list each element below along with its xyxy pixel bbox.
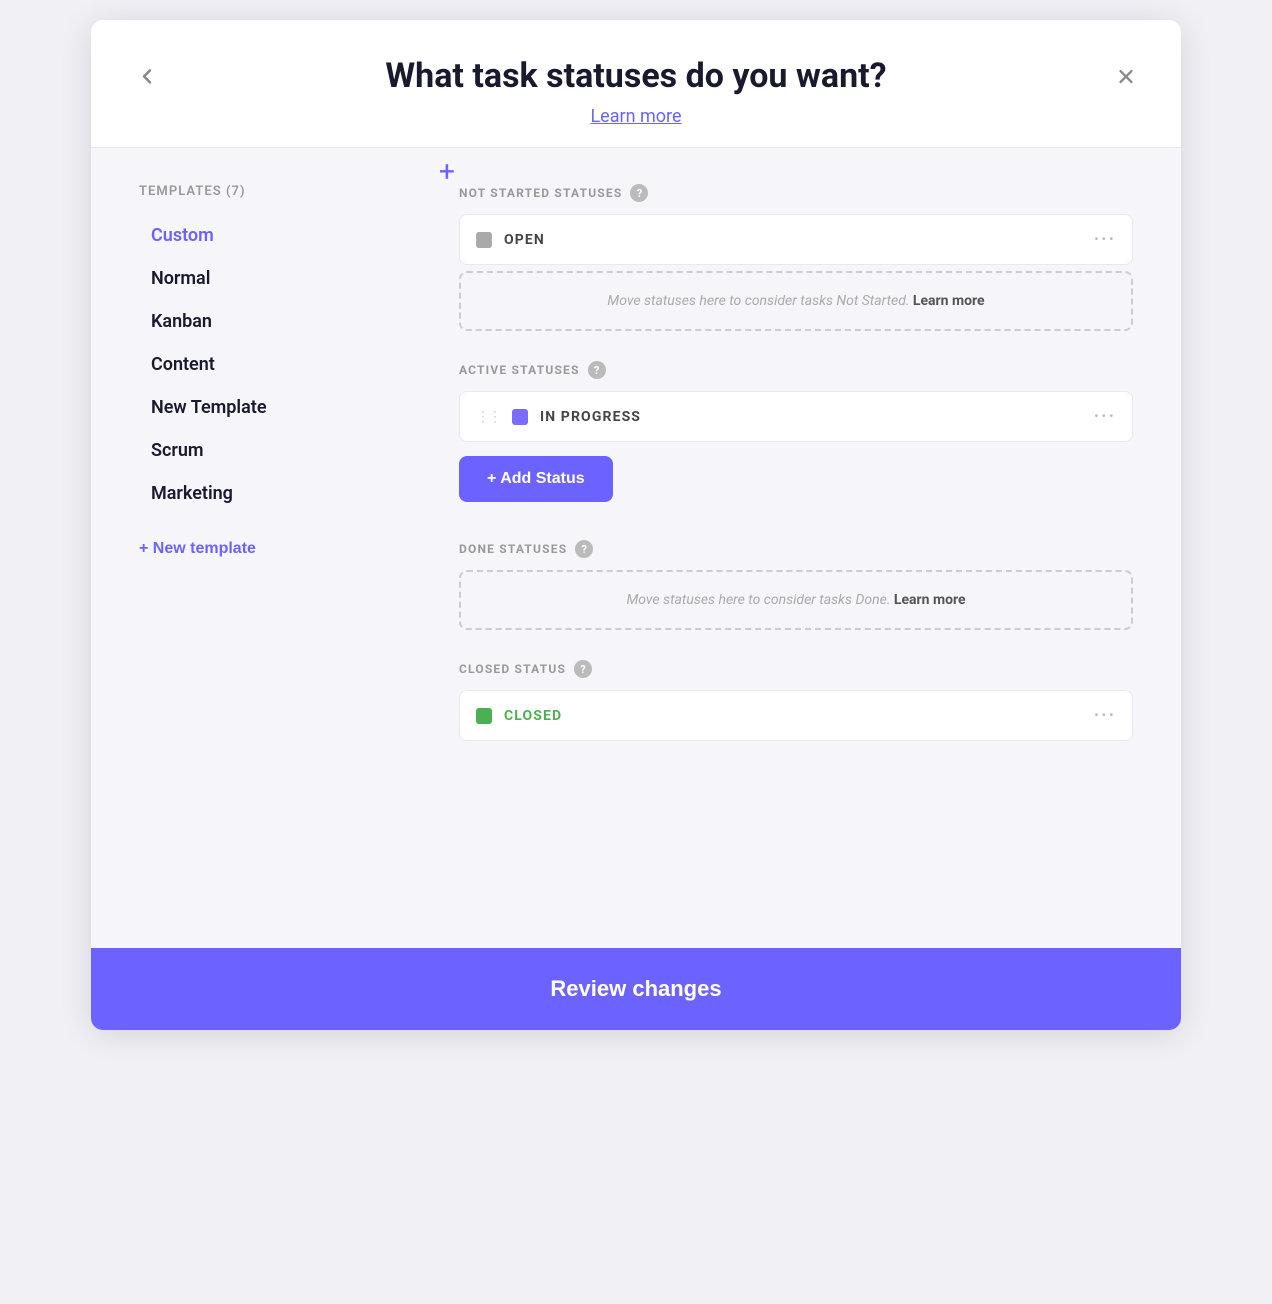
sidebar-item-kanban[interactable]: Kanban: [139, 301, 419, 342]
not-started-header: NOT STARTED STATUSES ?: [459, 184, 1133, 202]
in-progress-status-row: ⋮⋮ IN PROGRESS ···: [459, 391, 1133, 442]
close-button[interactable]: [1107, 57, 1145, 101]
sidebar: TEMPLATES (7) Custom Normal Kanban Conte…: [139, 184, 419, 912]
new-template-button[interactable]: + New template: [139, 540, 256, 558]
not-started-section: NOT STARTED STATUSES ? OPEN ··· Move sta…: [459, 184, 1133, 331]
in-progress-drag-handle[interactable]: ⋮⋮: [476, 409, 500, 425]
active-help-icon[interactable]: ?: [588, 361, 606, 379]
header-learn-more-link[interactable]: Learn more: [590, 106, 681, 127]
sidebar-item-content[interactable]: Content: [139, 344, 419, 385]
sidebar-item-marketing[interactable]: Marketing: [139, 473, 419, 514]
in-progress-status-dot: [512, 409, 528, 425]
not-started-drop-zone: Move statuses here to consider tasks Not…: [459, 271, 1133, 331]
not-started-title: NOT STARTED STATUSES: [459, 186, 622, 200]
not-started-help-icon[interactable]: ?: [630, 184, 648, 202]
active-title: ACTIVE STATUSES: [459, 363, 580, 377]
template-list: Custom Normal Kanban Content New Templat…: [139, 215, 419, 514]
review-changes-button[interactable]: Review changes: [139, 976, 1133, 1002]
in-progress-status-name: IN PROGRESS: [540, 409, 641, 425]
closed-status-dot: [476, 708, 492, 724]
open-status-left: OPEN: [476, 232, 545, 248]
sidebar-item-normal[interactable]: Normal: [139, 258, 419, 299]
not-started-drop-text: Move statuses here to consider tasks Not…: [607, 293, 909, 309]
modal-body: TEMPLATES (7) Custom Normal Kanban Conte…: [91, 148, 1181, 948]
templates-header: TEMPLATES (7): [139, 184, 419, 199]
modal-title: What task statuses do you want?: [139, 56, 1133, 96]
sidebar-item-new-template[interactable]: New Template: [139, 387, 419, 428]
in-progress-status-options[interactable]: ···: [1094, 406, 1116, 427]
main-panel: + NOT STARTED STATUSES ? OPEN ··· Move s…: [459, 184, 1133, 912]
add-status-button[interactable]: + Add Status: [459, 456, 613, 502]
open-status-options[interactable]: ···: [1094, 229, 1116, 250]
closed-status-row: CLOSED ···: [459, 690, 1133, 741]
closed-status-options[interactable]: ···: [1094, 705, 1116, 726]
done-header: DONE STATUSES ?: [459, 540, 1133, 558]
open-status-dot: [476, 232, 492, 248]
done-title: DONE STATUSES: [459, 542, 567, 556]
review-bar: Review changes: [91, 948, 1181, 1030]
modal-header: What task statuses do you want? Learn mo…: [91, 20, 1181, 148]
add-template-area: +: [439, 156, 455, 186]
done-drop-text: Move statuses here to consider tasks Don…: [626, 592, 890, 608]
add-template-icon[interactable]: +: [439, 156, 455, 186]
closed-status-name: CLOSED: [504, 708, 562, 724]
done-drop-zone: Move statuses here to consider tasks Don…: [459, 570, 1133, 630]
not-started-learn-more[interactable]: Learn more: [913, 293, 985, 309]
back-button[interactable]: [127, 56, 167, 102]
closed-title: CLOSED STATUS: [459, 662, 566, 676]
sidebar-item-custom[interactable]: Custom: [139, 215, 419, 256]
done-learn-more[interactable]: Learn more: [894, 592, 966, 608]
in-progress-status-left: ⋮⋮ IN PROGRESS: [476, 409, 641, 425]
modal-container: What task statuses do you want? Learn mo…: [91, 20, 1181, 1030]
closed-section: CLOSED STATUS ? CLOSED ···: [459, 660, 1133, 741]
closed-status-left: CLOSED: [476, 708, 562, 724]
closed-header: CLOSED STATUS ?: [459, 660, 1133, 678]
done-help-icon[interactable]: ?: [575, 540, 593, 558]
open-status-name: OPEN: [504, 232, 545, 248]
sidebar-item-scrum[interactable]: Scrum: [139, 430, 419, 471]
done-section: DONE STATUSES ? Move statuses here to co…: [459, 540, 1133, 630]
closed-help-icon[interactable]: ?: [574, 660, 592, 678]
active-section: ACTIVE STATUSES ? ⋮⋮ IN PROGRESS ··· + A…: [459, 361, 1133, 510]
active-header: ACTIVE STATUSES ?: [459, 361, 1133, 379]
open-status-row: OPEN ···: [459, 214, 1133, 265]
